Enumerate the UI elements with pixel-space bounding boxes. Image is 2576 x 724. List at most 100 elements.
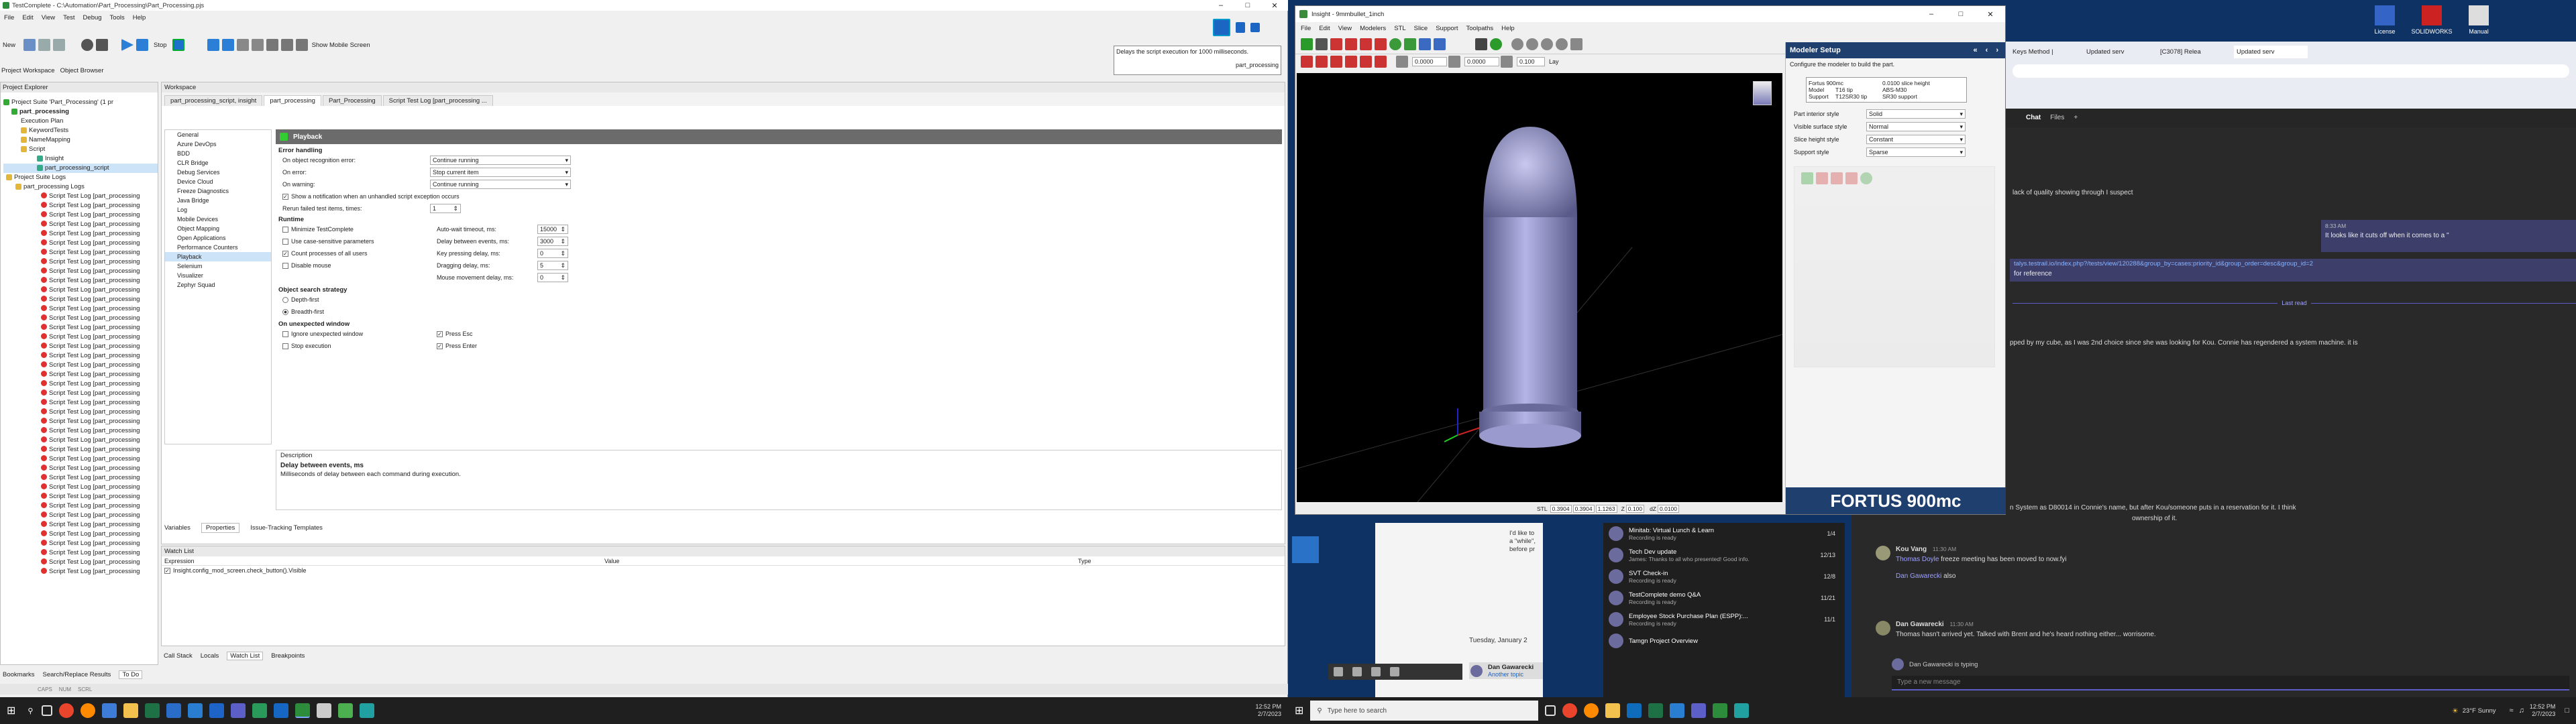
breadth-first-radio[interactable] (282, 308, 288, 315)
part-interior-select[interactable]: Solid ▾ (1866, 109, 1966, 119)
tab-part-processing-project[interactable]: Part_Processing (322, 95, 382, 106)
insight-menu-file[interactable]: File (1301, 25, 1311, 32)
log-item[interactable]: Script Test Log [part_processing (3, 370, 158, 379)
volume-icon[interactable]: ♫ (2519, 707, 2524, 715)
insight-menu-toolpaths[interactable]: Toolpaths (1466, 25, 1494, 32)
grid-icon[interactable] (266, 39, 278, 51)
grid-tool-icon[interactable] (1501, 56, 1513, 68)
app-icon[interactable] (166, 703, 182, 718)
send-icon[interactable] (1490, 38, 1502, 50)
insight-menu-modelers[interactable]: Modelers (1360, 25, 1386, 32)
nav-playback[interactable]: Playback (165, 252, 271, 261)
nav-log[interactable]: Log (165, 205, 271, 215)
press-esc-checkbox[interactable]: ✓ (437, 330, 443, 337)
tab-properties[interactable]: Properties (201, 522, 240, 533)
meeting-item[interactable]: TestComplete demo Q&A Recording is ready 1… (1603, 587, 1845, 609)
browser-tab[interactable]: Updated serv (2086, 48, 2160, 56)
zoom-out-icon[interactable] (1526, 38, 1538, 50)
nav-selenium[interactable]: Selenium (165, 261, 271, 271)
log-item[interactable]: Script Test Log [part_processing (3, 379, 158, 389)
log-item[interactable]: Script Test Log [part_processing (3, 248, 158, 257)
nav-freeze[interactable]: Freeze Diagnostics (165, 186, 271, 196)
tab-variables[interactable]: Variables (164, 524, 191, 532)
log-item[interactable]: Script Test Log [part_processing (3, 548, 158, 558)
notifications-icon[interactable]: □ (2565, 707, 2569, 715)
tree-suite[interactable]: Project Suite 'Part_Processing' (1 pr (3, 98, 158, 107)
tab-part-processing[interactable]: part_processing (264, 95, 321, 106)
line-tool-icon[interactable] (1360, 56, 1372, 68)
log-item[interactable]: Script Test Log [part_processing (3, 455, 158, 464)
record-icon[interactable] (81, 39, 94, 51)
menu-view[interactable]: View (42, 14, 55, 21)
log-item[interactable]: Script Test Log [part_processing (3, 342, 158, 351)
visible-surface-select[interactable]: Normal ▾ (1866, 122, 1966, 131)
teams-icon[interactable] (231, 703, 246, 718)
desktop-icon-manual[interactable]: Manual (2455, 5, 2502, 35)
log-item[interactable]: Script Test Log [part_processing (3, 314, 158, 323)
nav-general[interactable]: General (165, 130, 271, 139)
insight-task-icon[interactable] (1734, 703, 1750, 718)
stop-execution-checkbox[interactable] (282, 343, 288, 349)
nav-mobile[interactable]: Mobile Devices (165, 215, 271, 224)
browser-tab[interactable]: Updated serv (2234, 45, 2308, 58)
tab-object-browser[interactable]: Object Browser (60, 67, 104, 74)
toolbar-field-3[interactable]: 0.100 (1517, 57, 1545, 66)
grid-tool-icon[interactable] (1448, 56, 1460, 68)
log-item[interactable]: Script Test Log [part_processing (3, 558, 158, 567)
app-icon[interactable] (274, 703, 289, 718)
line-tool-icon[interactable] (1316, 56, 1328, 68)
insight-minimize-button[interactable]: – (1917, 10, 1946, 18)
flag-icon[interactable] (1301, 38, 1313, 50)
outlook-icon[interactable] (1627, 703, 1642, 718)
menu-edit[interactable]: Edit (22, 14, 33, 21)
slice-height-select[interactable]: Constant ▾ (1866, 135, 1966, 144)
log-item[interactable]: Script Test Log [part_processing (3, 417, 158, 426)
tree-script[interactable]: Script (3, 145, 158, 154)
show-notify-checkbox[interactable]: ✓ (282, 193, 288, 200)
tree-execution-plan[interactable]: Execution Plan (3, 117, 158, 126)
file-explorer-icon[interactable] (123, 703, 139, 718)
message-link[interactable]: talys.testrail.io/index.php?/tests/view/… (2014, 260, 2572, 267)
log-item[interactable]: Script Test Log [part_processing (3, 333, 158, 342)
tab-search-replace[interactable]: Search/Replace Results (43, 671, 111, 678)
browser-tab[interactable]: Keys Method | (2012, 48, 2086, 56)
show-mobile-screen-button[interactable]: Show Mobile Screen (312, 42, 370, 49)
taskbar-search[interactable]: ⚲ Type here to search (1310, 701, 1539, 721)
log-item[interactable]: Script Test Log [part_processing (3, 239, 158, 248)
toolbar-field-1[interactable]: 0.0000 (1412, 57, 1447, 66)
tree-name-mapping[interactable]: NameMapping (3, 135, 158, 145)
clock[interactable]: 12:52 PM 2/7/2023 (2530, 703, 2556, 718)
log-item[interactable]: Script Test Log [part_processing (3, 361, 158, 370)
log-item[interactable]: Script Test Log [part_processing (3, 295, 158, 304)
minimize-button[interactable]: – (1208, 1, 1234, 9)
line-tool-icon[interactable] (1330, 56, 1342, 68)
start-icon[interactable]: ⊞ (1295, 704, 1303, 717)
chrome-icon[interactable] (1562, 703, 1578, 718)
build-icon[interactable] (1434, 38, 1446, 50)
notification-pause-icon[interactable] (1236, 22, 1245, 33)
tree-insight[interactable]: Insight (3, 154, 158, 164)
meeting-item[interactable]: Tech Dev update James: Thanks to all who … (1603, 544, 1845, 566)
chrome-icon[interactable] (59, 703, 74, 718)
case-sensitive-checkbox[interactable] (282, 238, 288, 245)
close-button[interactable]: ✕ (1261, 1, 1288, 10)
on-error-select[interactable]: Stop current item ▾ (430, 168, 571, 177)
menu-test[interactable]: Test (63, 14, 74, 21)
menu-file[interactable]: File (4, 14, 14, 21)
log-item[interactable]: Script Test Log [part_processing (3, 511, 158, 520)
log-item[interactable]: Script Test Log [part_processing (3, 408, 158, 417)
watch-expression[interactable]: Insight.config_mod_screen.check_button()… (173, 567, 306, 574)
log-item[interactable]: Script Test Log [part_processing (3, 464, 158, 473)
nav-java[interactable]: Java Bridge (165, 196, 271, 205)
log-item[interactable]: Script Test Log [part_processing (3, 426, 158, 436)
drag-delay-field[interactable]: 5 ⇕ (537, 261, 568, 270)
weather-icon[interactable]: ☀ (2452, 707, 2459, 715)
step-icon[interactable] (221, 39, 234, 51)
task-view-icon[interactable] (42, 705, 53, 716)
log-item[interactable]: Script Test Log [part_processing (3, 492, 158, 501)
log-item[interactable]: Script Test Log [part_processing (3, 473, 158, 483)
new-button[interactable]: New (3, 42, 15, 49)
layout-icon[interactable] (280, 39, 293, 51)
weather-text[interactable]: 23°F Sunny (2463, 707, 2496, 715)
network-icon[interactable]: ≈ (2510, 707, 2514, 715)
